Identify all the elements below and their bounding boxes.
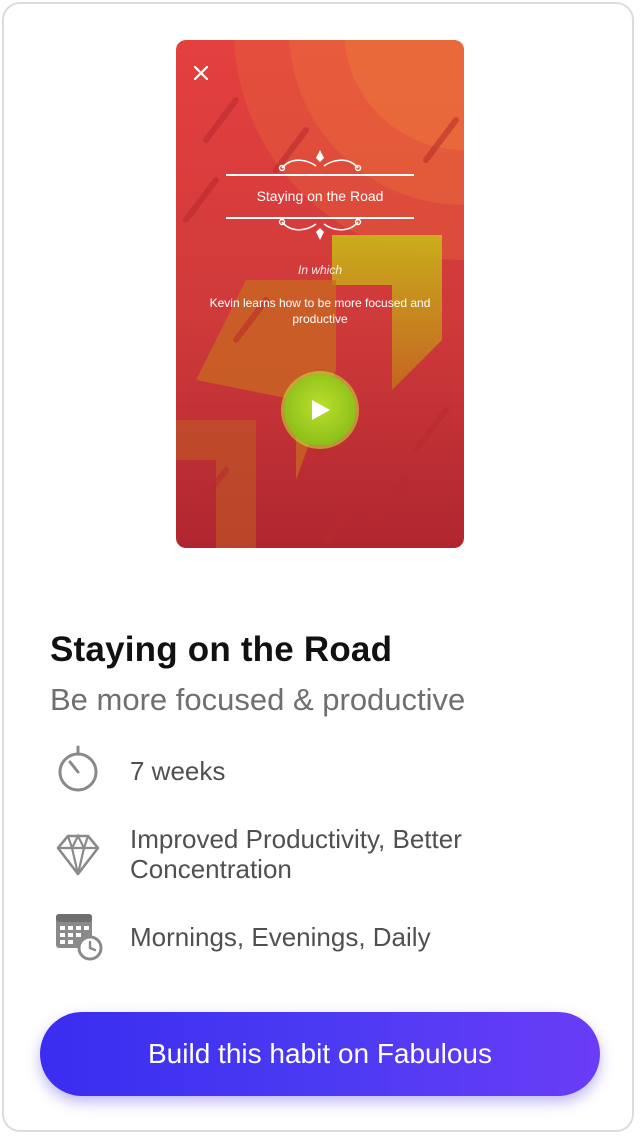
build-habit-button[interactable]: Build this habit on Fabulous — [40, 1012, 600, 1096]
ornament-top-icon — [278, 150, 362, 172]
ornament-bottom-icon — [278, 218, 362, 240]
preview-background — [176, 40, 464, 548]
close-button[interactable] — [190, 62, 212, 84]
schedule-text: Mornings, Evenings, Daily — [130, 922, 431, 952]
story-preview: Staying on the Road In which Kevin learn… — [176, 40, 464, 548]
calendar-clock-icon — [56, 914, 103, 961]
close-icon — [193, 65, 209, 81]
play-button[interactable] — [284, 374, 356, 446]
benefits-text: Improved Productivity, Better Concentrat… — [130, 824, 462, 884]
diamond-icon — [56, 833, 100, 876]
habit-title: Staying on the Road — [50, 630, 393, 669]
story-title: Staying on the Road — [256, 188, 384, 204]
timer-icon — [58, 745, 98, 792]
in-which-label: In which — [297, 263, 343, 277]
title-rule-top — [226, 174, 414, 176]
habit-subtitle: Be more focused & productive — [50, 682, 466, 717]
duration-text: 7 weeks — [130, 756, 226, 786]
story-description: Kevin learns how to be more focused and … — [209, 296, 431, 326]
play-icon — [312, 400, 330, 420]
